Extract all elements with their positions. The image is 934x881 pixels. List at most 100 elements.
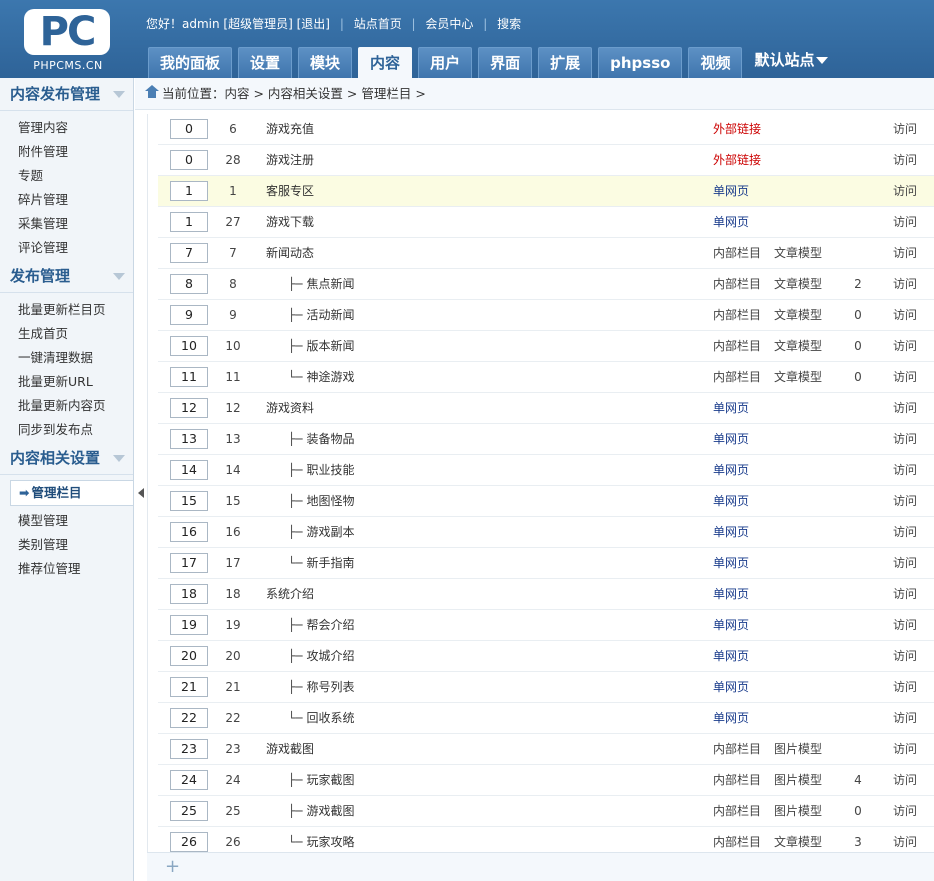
visit-link[interactable]: 访问 bbox=[893, 114, 917, 145]
order-input[interactable]: 1 bbox=[170, 212, 208, 232]
sidebar-item[interactable]: 模型管理 bbox=[0, 509, 133, 533]
sidebar-item[interactable]: 评论管理 bbox=[0, 236, 133, 260]
sidebar-item[interactable]: 类别管理 bbox=[0, 533, 133, 557]
category-name[interactable]: 游戏资料 bbox=[266, 393, 314, 424]
order-input[interactable]: 11 bbox=[170, 367, 208, 387]
visit-link[interactable]: 访问 bbox=[893, 548, 917, 579]
category-name[interactable]: 游戏注册 bbox=[266, 145, 314, 176]
visit-link[interactable]: 访问 bbox=[893, 703, 917, 734]
order-input[interactable]: 13 bbox=[170, 429, 208, 449]
category-name[interactable]: ├─ 游戏截图 bbox=[266, 796, 354, 827]
category-name[interactable]: ├─ 攻城介绍 bbox=[266, 641, 354, 672]
order-input[interactable]: 17 bbox=[170, 553, 208, 573]
order-input[interactable]: 18 bbox=[170, 584, 208, 604]
visit-link[interactable]: 访问 bbox=[893, 331, 917, 362]
category-name[interactable]: ├─ 焦点新闻 bbox=[266, 269, 354, 300]
visit-link[interactable]: 访问 bbox=[893, 176, 917, 207]
sidebar-item[interactable]: 推荐位管理 bbox=[0, 557, 133, 581]
category-name[interactable]: └─ 神途游戏 bbox=[266, 362, 354, 393]
visit-link[interactable]: 访问 bbox=[893, 796, 917, 827]
visit-link[interactable]: 访问 bbox=[893, 269, 917, 300]
category-name[interactable]: ├─ 地图怪物 bbox=[266, 486, 354, 517]
sidebar-item[interactable]: 生成首页 bbox=[0, 322, 133, 346]
order-input[interactable]: 0 bbox=[170, 119, 208, 139]
order-input[interactable]: 1 bbox=[170, 181, 208, 201]
logo[interactable]: PC PHPCMS.CN bbox=[24, 9, 112, 72]
sidebar-item[interactable]: 管理内容 bbox=[0, 116, 133, 140]
category-name[interactable]: ├─ 活动新闻 bbox=[266, 300, 354, 331]
category-name[interactable]: 游戏截图 bbox=[266, 734, 314, 765]
order-input[interactable]: 7 bbox=[170, 243, 208, 263]
visit-link[interactable]: 访问 bbox=[893, 765, 917, 796]
category-name[interactable]: └─ 玩家攻略 bbox=[266, 827, 354, 852]
visit-link[interactable]: 访问 bbox=[893, 455, 917, 486]
logout-link[interactable]: [退出] bbox=[297, 17, 330, 31]
sidebar-section-title[interactable]: 发布管理 bbox=[0, 260, 133, 293]
visit-link[interactable]: 访问 bbox=[893, 641, 917, 672]
order-input[interactable]: 19 bbox=[170, 615, 208, 635]
sidebar-item[interactable]: 批量更新内容页 bbox=[0, 394, 133, 418]
category-name[interactable]: ├─ 帮会介绍 bbox=[266, 610, 354, 641]
visit-link[interactable]: 访问 bbox=[893, 517, 917, 548]
visit-link[interactable]: 访问 bbox=[893, 424, 917, 455]
visit-link[interactable]: 访问 bbox=[893, 362, 917, 393]
visit-link[interactable]: 访问 bbox=[893, 672, 917, 703]
nav-tab[interactable]: 用户 bbox=[418, 47, 473, 78]
collapse-sidebar-icon[interactable] bbox=[138, 488, 144, 498]
sidebar-item[interactable]: 附件管理 bbox=[0, 140, 133, 164]
nav-tab[interactable]: phpsso bbox=[598, 47, 683, 78]
category-name[interactable]: ├─ 装备物品 bbox=[266, 424, 354, 455]
nav-tab[interactable]: 我的面板 bbox=[148, 47, 233, 78]
nav-tab[interactable]: 扩展 bbox=[538, 47, 593, 78]
visit-link[interactable]: 访问 bbox=[893, 238, 917, 269]
category-name[interactable]: 系统介绍 bbox=[266, 579, 314, 610]
order-input[interactable]: 23 bbox=[170, 739, 208, 759]
visit-link[interactable]: 访问 bbox=[893, 579, 917, 610]
order-input[interactable]: 24 bbox=[170, 770, 208, 790]
category-name[interactable]: 游戏充值 bbox=[266, 114, 314, 145]
order-input[interactable]: 21 bbox=[170, 677, 208, 697]
sidebar-section-title[interactable]: 内容相关设置 bbox=[0, 442, 133, 475]
order-input[interactable]: 10 bbox=[170, 336, 208, 356]
search-link[interactable]: 搜索 bbox=[497, 17, 521, 31]
visit-link[interactable]: 访问 bbox=[893, 827, 917, 852]
order-input[interactable]: 9 bbox=[170, 305, 208, 325]
sidebar-item[interactable]: 采集管理 bbox=[0, 212, 133, 236]
category-name[interactable]: 客服专区 bbox=[266, 176, 314, 207]
category-name[interactable]: └─ 回收系统 bbox=[266, 703, 354, 734]
category-name[interactable]: 新闻动态 bbox=[266, 238, 314, 269]
nav-tab[interactable]: 视频 bbox=[688, 47, 743, 78]
sidebar-item[interactable]: 一键清理数据 bbox=[0, 346, 133, 370]
order-input[interactable]: 16 bbox=[170, 522, 208, 542]
nav-tab[interactable]: 设置 bbox=[238, 47, 293, 78]
site-home-link[interactable]: 站点首页 bbox=[354, 17, 402, 31]
order-input[interactable]: 22 bbox=[170, 708, 208, 728]
category-name[interactable]: ├─ 称号列表 bbox=[266, 672, 354, 703]
site-select[interactable]: 默认站点 bbox=[748, 47, 834, 78]
category-name[interactable]: ├─ 职业技能 bbox=[266, 455, 354, 486]
sidebar-item[interactable]: ➡ 管理栏目 bbox=[10, 480, 133, 506]
visit-link[interactable]: 访问 bbox=[893, 145, 917, 176]
sidebar-item[interactable]: 批量更新URL bbox=[0, 370, 133, 394]
category-name[interactable]: ├─ 版本新闻 bbox=[266, 331, 354, 362]
order-input[interactable]: 14 bbox=[170, 460, 208, 480]
sidebar-item[interactable]: 同步到发布点 bbox=[0, 418, 133, 442]
nav-tab[interactable]: 模块 bbox=[298, 47, 353, 78]
order-input[interactable]: 12 bbox=[170, 398, 208, 418]
sidebar-item[interactable]: 碎片管理 bbox=[0, 188, 133, 212]
visit-link[interactable]: 访问 bbox=[893, 610, 917, 641]
sidebar-item[interactable]: 批量更新栏目页 bbox=[0, 298, 133, 322]
category-name[interactable]: └─ 新手指南 bbox=[266, 548, 354, 579]
category-name[interactable]: 游戏下载 bbox=[266, 207, 314, 238]
order-input[interactable]: 20 bbox=[170, 646, 208, 666]
order-input[interactable]: 0 bbox=[170, 150, 208, 170]
order-input[interactable]: 26 bbox=[170, 832, 208, 852]
plus-icon[interactable]: + bbox=[165, 856, 180, 877]
visit-link[interactable]: 访问 bbox=[893, 486, 917, 517]
sidebar-section-title[interactable]: 内容发布管理 bbox=[0, 78, 133, 111]
member-center-link[interactable]: 会员中心 bbox=[425, 17, 473, 31]
nav-tab[interactable]: 内容 bbox=[358, 47, 413, 78]
visit-link[interactable]: 访问 bbox=[893, 734, 917, 765]
visit-link[interactable]: 访问 bbox=[893, 300, 917, 331]
sidebar-item[interactable]: 专题 bbox=[0, 164, 133, 188]
